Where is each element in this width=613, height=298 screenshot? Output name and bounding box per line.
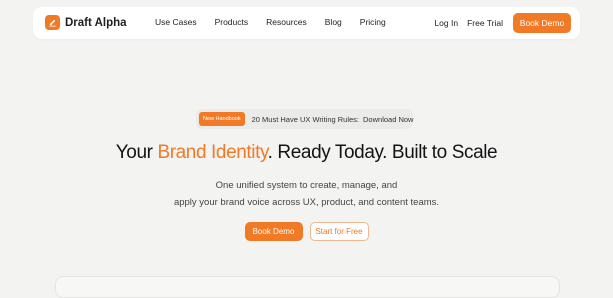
main-nav: Use Cases Products Resources Blog Pricin… <box>155 17 404 27</box>
preview-card <box>55 276 560 298</box>
new-handbook-badge: New Handbook <box>199 112 245 126</box>
announcement-pill[interactable]: New Handbook 20 Must Have UX Writing Rul… <box>197 110 413 128</box>
nav-link-products[interactable]: Products <box>215 17 249 27</box>
nav-link-use-cases[interactable]: Use Cases <box>155 17 197 27</box>
hero-title: Your Brand Identity. Ready Today. Built … <box>0 142 613 164</box>
hero-title-prefix: Your <box>115 142 158 163</box>
nav-actions: Log In Free Trial Book Demo <box>434 13 571 33</box>
free-trial-link[interactable]: Free Trial <box>467 18 503 28</box>
top-navbar: Draft Alpha Use Cases Products Resources… <box>33 7 580 39</box>
nav-book-demo-button[interactable]: Book Demo <box>513 13 571 33</box>
brand-name: Draft Alpha <box>65 16 127 29</box>
pen-icon <box>45 15 60 30</box>
hero-title-suffix: . Ready Today. Built to Scale <box>267 142 498 163</box>
start-for-free-button[interactable]: Start for Free <box>309 222 369 241</box>
nav-link-resources[interactable]: Resources <box>266 17 307 27</box>
nav-link-blog[interactable]: Blog <box>325 17 342 27</box>
nav-link-pricing[interactable]: Pricing <box>360 17 386 27</box>
hero-actions: Book Demo Start for Free <box>0 222 613 241</box>
hero-title-accent: Brand Identity <box>157 142 268 163</box>
hero-book-demo-button[interactable]: Book Demo <box>244 222 303 241</box>
login-link[interactable]: Log In <box>434 18 458 28</box>
brand-logo[interactable]: Draft Alpha <box>45 15 127 30</box>
hero-subtitle-line1: One unified system to create, manage, an… <box>215 180 398 191</box>
announcement-text: 20 Must Have UX Writing Rules: <box>251 114 360 124</box>
hero-subtitle-line2: apply your brand voice across UX, produc… <box>173 197 440 208</box>
download-now-link[interactable]: Download Now <box>363 115 413 124</box>
